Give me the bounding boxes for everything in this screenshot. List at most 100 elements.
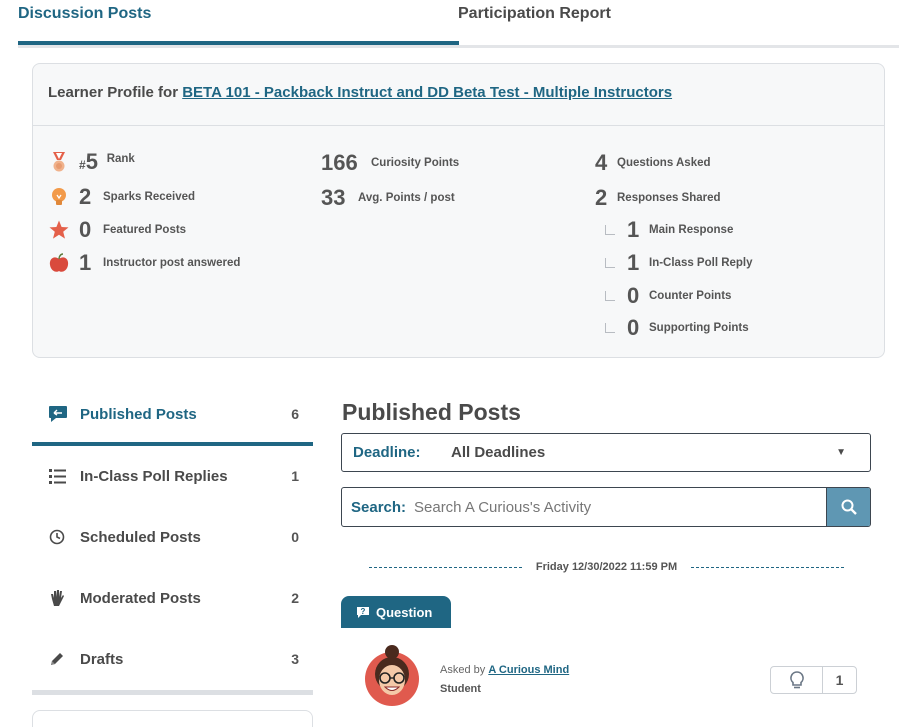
sidebar-count: 2 <box>291 590 299 606</box>
sidebar-label: Drafts <box>80 650 124 668</box>
chat-bubble-icon <box>49 406 67 422</box>
avg-points-value: 33 <box>321 185 346 210</box>
sidebar-item-drafts[interactable]: Drafts 3 <box>32 633 313 685</box>
counter-points-label: Counter Points <box>649 290 732 302</box>
featured-posts-label: Featured Posts <box>103 224 187 236</box>
search-button[interactable] <box>826 488 870 526</box>
lightbulb-icon <box>52 188 66 205</box>
avg-points-stat: 33 Avg. Points / post <box>321 185 455 211</box>
main-response-label: Main Response <box>649 224 734 236</box>
deadline-label: Deadline: <box>353 444 421 461</box>
tab-participation-report[interactable]: Participation Report <box>458 5 611 23</box>
sidebar-count: 0 <box>291 529 299 545</box>
spark-button[interactable]: 1 <box>770 666 857 694</box>
sidebar-item-in-class-poll-replies[interactable]: In-Class Poll Replies 1 <box>32 450 313 502</box>
sidebar-label: In-Class Poll Replies <box>80 467 228 485</box>
responses-shared-label: Responses Shared <box>617 192 721 204</box>
supporting-points-stat: 0 Supporting Points <box>605 315 749 341</box>
sidebar-item-scheduled-posts[interactable]: Scheduled Posts 0 <box>32 511 313 563</box>
learner-profile-card: Learner Profile for BETA 101 - Packback … <box>32 63 885 358</box>
questions-asked-value: 4 <box>595 150 608 175</box>
avatar[interactable] <box>364 644 420 707</box>
main-response-stat: 1 Main Response <box>605 217 733 243</box>
sparks-received-value: 2 <box>79 184 92 209</box>
spark-count: 1 <box>835 672 844 688</box>
sidebar-label: Moderated Posts <box>80 589 201 607</box>
search-bar: Search: <box>341 487 871 527</box>
clock-icon <box>49 529 65 545</box>
dashed-line <box>691 566 845 568</box>
rank-stat: # 5 Rank <box>48 149 135 175</box>
badge-label: Question <box>376 604 433 620</box>
avg-points-label: Avg. Points / post <box>358 192 455 204</box>
sidebar-count: 6 <box>291 406 299 422</box>
search-input[interactable] <box>414 488 826 526</box>
sidebar-item-published-posts[interactable]: Published Posts 6 <box>32 388 313 440</box>
author-role: Student <box>440 683 481 695</box>
questions-asked-label: Questions Asked <box>617 157 711 169</box>
rank-hash: # <box>79 158 86 172</box>
instructor-answered-stat: 1 Instructor post answered <box>48 250 240 276</box>
search-label: Search: <box>351 498 407 516</box>
question-icon: ? <box>357 606 369 618</box>
responses-shared-value: 2 <box>595 185 608 210</box>
counter-points-stat: 0 Counter Points <box>605 283 731 309</box>
poll-reply-stat: 1 In-Class Poll Reply <box>605 250 753 276</box>
tree-connector <box>605 323 615 333</box>
sparks-received-label: Sparks Received <box>103 191 196 203</box>
pencil-icon <box>51 653 63 665</box>
tree-connector <box>605 258 615 268</box>
poll-reply-value: 1 <box>627 250 640 275</box>
questions-asked-stat: 4 Questions Asked <box>595 150 711 176</box>
responses-shared-stat: 2 Responses Shared <box>595 185 721 211</box>
asked-by-line: Asked by A Curious Mind <box>440 664 569 676</box>
star-icon <box>49 220 69 239</box>
tab-discussion-posts[interactable]: Discussion Posts <box>18 5 151 23</box>
sidebar-next-card <box>32 710 313 727</box>
rank-value: 5 <box>85 149 98 174</box>
supporting-points-label: Supporting Points <box>649 322 749 334</box>
profile-heading: Learner Profile for BETA 101 - Packback … <box>33 64 884 126</box>
sidebar-label: Published Posts <box>80 405 197 423</box>
medal-icon <box>53 152 65 172</box>
poll-reply-label: In-Class Poll Reply <box>649 257 753 269</box>
deadline-date: Friday 12/30/2022 11:59 PM <box>535 561 678 573</box>
curiosity-points-stat: 166 Curiosity Points <box>321 150 459 176</box>
sidebar-divider <box>32 690 313 695</box>
rank-label: Rank <box>106 153 135 165</box>
main-response-value: 1 <box>627 217 640 242</box>
curiosity-points-value: 166 <box>321 150 358 175</box>
featured-posts-value: 0 <box>79 217 92 242</box>
dashed-line <box>369 566 522 568</box>
page-title: Published Posts <box>342 399 521 425</box>
deadline-select[interactable]: Deadline: All Deadlines ▼ <box>341 433 871 472</box>
svg-text:?: ? <box>361 607 366 616</box>
sidebar-count: 1 <box>291 468 299 484</box>
sidebar-count: 3 <box>291 651 299 667</box>
instructor-answered-value: 1 <box>79 250 92 275</box>
caret-down-icon: ▼ <box>836 447 846 458</box>
top-tabs: Discussion Posts Participation Report <box>18 0 899 48</box>
date-separator: Friday 12/30/2022 11:59 PM <box>369 559 845 575</box>
sidebar-item-moderated-posts[interactable]: Moderated Posts 2 <box>32 572 313 624</box>
apple-icon <box>49 253 69 272</box>
profile-heading-prefix: Learner Profile for <box>48 84 179 101</box>
tree-connector <box>605 291 615 301</box>
deadline-value: All Deadlines <box>451 444 546 461</box>
curiosity-points-label: Curiosity Points <box>371 157 460 169</box>
counter-points-value: 0 <box>627 283 640 308</box>
hand-icon <box>51 590 64 606</box>
spark-icon-cell <box>771 667 823 693</box>
sparks-received-stat: 2 Sparks Received <box>48 184 195 210</box>
list-icon <box>49 469 66 484</box>
course-link[interactable]: BETA 101 - Packback Instruct and DD Beta… <box>182 84 672 101</box>
tree-connector <box>605 225 615 235</box>
active-tab-indicator <box>18 41 459 45</box>
question-badge: ? Question <box>341 596 451 628</box>
asked-by-prefix: Asked by <box>440 664 486 676</box>
author-link[interactable]: A Curious Mind <box>488 664 569 676</box>
sidebar-label: Scheduled Posts <box>80 528 201 546</box>
lightbulb-icon <box>789 671 804 689</box>
search-icon <box>841 499 857 515</box>
instructor-answered-label: Instructor post answered <box>103 257 241 269</box>
